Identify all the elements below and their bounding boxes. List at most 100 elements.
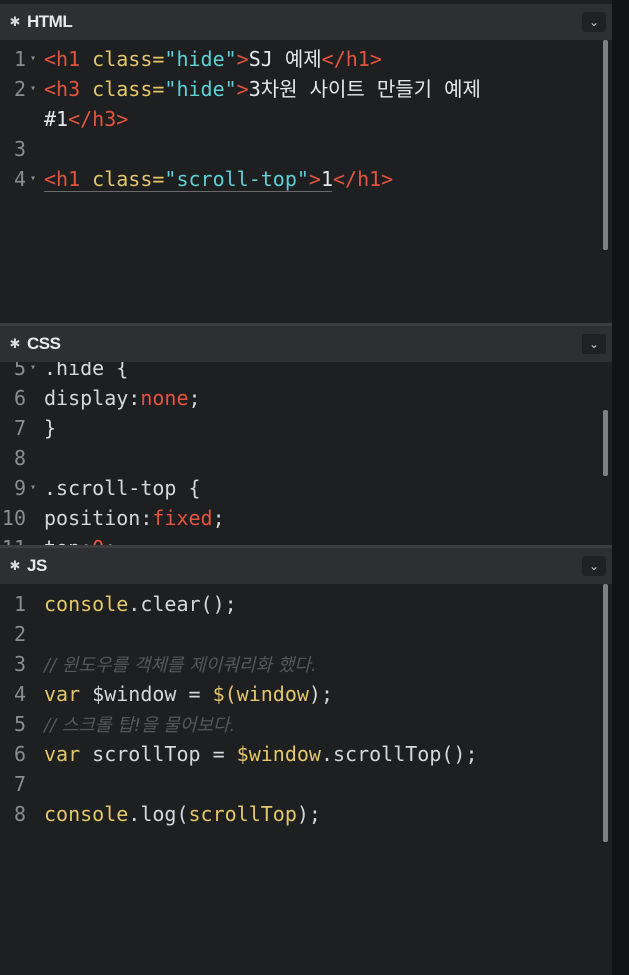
code-text: .hide { — [44, 362, 128, 383]
code-text: <h1 class="hide">SJ 예제</h1> — [44, 44, 382, 74]
code-text: } — [44, 413, 56, 443]
code-line[interactable]: 5 // 스크롤 탑!을 물어보다. — [0, 709, 600, 739]
code-token: > — [236, 77, 249, 101]
code-text: position:fixed; — [44, 503, 225, 533]
code-token: console — [44, 592, 129, 616]
code-line[interactable]: 7} — [0, 413, 600, 443]
code-text: var $window = $(window); — [44, 679, 333, 709]
js-pane: ✱ JS ⌄ 1 console.clear(); 2 3// 윈도우를 객체를 제이… — [0, 548, 612, 975]
html-scrollbar[interactable] — [603, 40, 608, 250]
line-number: 5 — [13, 362, 26, 380]
css-editor[interactable]: 5 ▾ .hide {6 display:none; 7} 8 9 ▾ .scroll-top… — [0, 362, 612, 546]
code-text: // 스크롤 탑!을 물어보다. — [44, 709, 235, 741]
line-number: 5 — [13, 712, 26, 736]
code-token: class= — [92, 77, 165, 101]
code-token: var — [44, 742, 81, 766]
gear-icon[interactable]: ✱ — [3, 559, 27, 574]
css-pane: ✱ CSS ⌄ 5 ▾ .hide {6 display:none; 7} 8 9 ▾ .sc… — [0, 326, 612, 546]
code-token: "scroll-top" — [164, 167, 309, 191]
code-line[interactable]: 5 ▾ .hide { — [0, 362, 600, 383]
code-token: .clear(); — [128, 592, 237, 616]
fold-arrow-icon[interactable]: ▾ — [30, 74, 36, 104]
chevron-down-icon[interactable]: ⌄ — [582, 334, 606, 354]
code-text: console.log(scrollTop); — [44, 799, 321, 829]
html-pane: ✱ HTML ⌄ 1 ▾ <h1 class="hide">SJ 예제</h1> 2 ▾… — [0, 4, 612, 323]
line-number: 10 — [1, 506, 26, 530]
line-number: 9 — [13, 476, 26, 500]
code-token: <h3 — [44, 77, 93, 101]
code-token: </h3> — [68, 107, 129, 131]
code-line[interactable]: 1 console.clear(); — [0, 589, 600, 619]
chevron-down-icon[interactable]: ⌄ — [582, 12, 606, 32]
fold-arrow-icon[interactable]: ▾ — [30, 362, 36, 383]
code-line[interactable]: 1 ▾ <h1 class="hide">SJ 예제</h1> — [0, 44, 600, 74]
line-number: 4 — [13, 167, 26, 191]
code-line[interactable]: 2 ▾ <h3 class="hide">3차원 사이트 만들기 예제 — [0, 74, 600, 104]
code-token: class= — [92, 47, 165, 71]
line-number: 1 — [13, 592, 26, 616]
code-token: ); — [308, 682, 334, 706]
js-editor[interactable]: 1 console.clear(); 2 3// 윈도우를 객체를 제이쿼리화 했다.… — [0, 584, 612, 975]
code-token: </h1> — [333, 167, 394, 191]
code-token: .hide { — [44, 362, 129, 380]
code-token: $( — [212, 682, 237, 706]
gear-icon[interactable]: ✱ — [3, 15, 27, 30]
code-line[interactable]: #1</h3> — [0, 104, 600, 134]
css-pane-title: CSS — [27, 334, 61, 353]
code-text: var scrollTop = $window.scrollTop(); — [44, 739, 478, 769]
code-token: fixed — [152, 506, 213, 530]
code-line[interactable]: 9 ▾ .scroll-top { — [0, 473, 600, 503]
code-token: "hide" — [164, 77, 237, 101]
code-token: window — [236, 682, 309, 706]
line-number: 4 — [13, 682, 26, 706]
line-number: 6 — [13, 742, 26, 766]
code-token: scrollTop = — [80, 742, 237, 766]
line-number: 2 — [13, 77, 26, 101]
code-line[interactable]: 4 var $window = $(window); — [0, 679, 600, 709]
code-token: SJ 예제 — [248, 47, 322, 71]
code-line[interactable]: 6 display:none; — [0, 383, 600, 413]
css-pane-header: ✱ CSS ⌄ — [0, 326, 612, 362]
code-token: > — [236, 47, 249, 71]
code-text: #1</h3> — [44, 104, 128, 134]
code-line[interactable]: 2 — [0, 619, 600, 649]
code-text: display:none; — [44, 383, 201, 413]
code-token: scrollTop — [188, 802, 297, 826]
line-number: 8 — [13, 802, 26, 826]
code-token: <h1 — [44, 167, 93, 191]
code-token: ; — [188, 386, 201, 410]
line-number: 7 — [13, 772, 26, 796]
line-number: 3 — [13, 137, 26, 161]
code-token: .log( — [128, 802, 189, 826]
code-token: // 스크롤 탑!을 물어보다. — [44, 715, 236, 736]
js-scrollbar[interactable] — [603, 584, 608, 842]
fold-arrow-icon[interactable]: ▾ — [30, 473, 36, 503]
code-text: <h1 class="scroll-top">1</h1> — [44, 164, 393, 194]
code-token: // 윈도우를 객체를 제이쿼리화 했다. — [44, 655, 317, 676]
chevron-down-icon[interactable]: ⌄ — [582, 556, 606, 576]
html-editor[interactable]: 1 ▾ <h1 class="hide">SJ 예제</h1> 2 ▾ <h3 class… — [0, 40, 612, 323]
css-scrollbar[interactable] — [603, 410, 608, 476]
code-line[interactable]: 10 position:fixed; — [0, 503, 600, 533]
code-line[interactable]: 4 ▾ <h1 class="scroll-top">1</h1> — [0, 164, 600, 194]
code-token: var — [44, 682, 81, 706]
fold-arrow-icon[interactable]: ▾ — [30, 164, 36, 194]
code-line[interactable]: 8 — [0, 443, 600, 473]
code-line[interactable]: 3 // 윈도우를 객체를 제이쿼리화 했다. — [0, 649, 600, 679]
code-text: .scroll-top { — [44, 473, 201, 503]
line-number: 1 — [13, 47, 26, 71]
active-line-underline — [44, 191, 332, 192]
code-token: #1 — [44, 107, 69, 131]
fold-arrow-icon[interactable]: ▾ — [30, 44, 36, 74]
right-edge-strip — [612, 0, 629, 975]
code-line[interactable]: 6 var scrollTop = $window.scrollTop(); — [0, 739, 600, 769]
gear-icon[interactable]: ✱ — [3, 337, 27, 352]
code-token: > — [308, 167, 321, 191]
code-line[interactable]: 7 — [0, 769, 600, 799]
line-number: 2 — [13, 622, 26, 646]
code-token: class= — [92, 167, 165, 191]
code-line[interactable]: 8 console.log(scrollTop); — [0, 799, 600, 829]
line-number: 6 — [13, 386, 26, 410]
code-text: <h3 class="hide">3차원 사이트 만들기 예제 — [44, 74, 481, 104]
code-line[interactable]: 3 — [0, 134, 600, 164]
